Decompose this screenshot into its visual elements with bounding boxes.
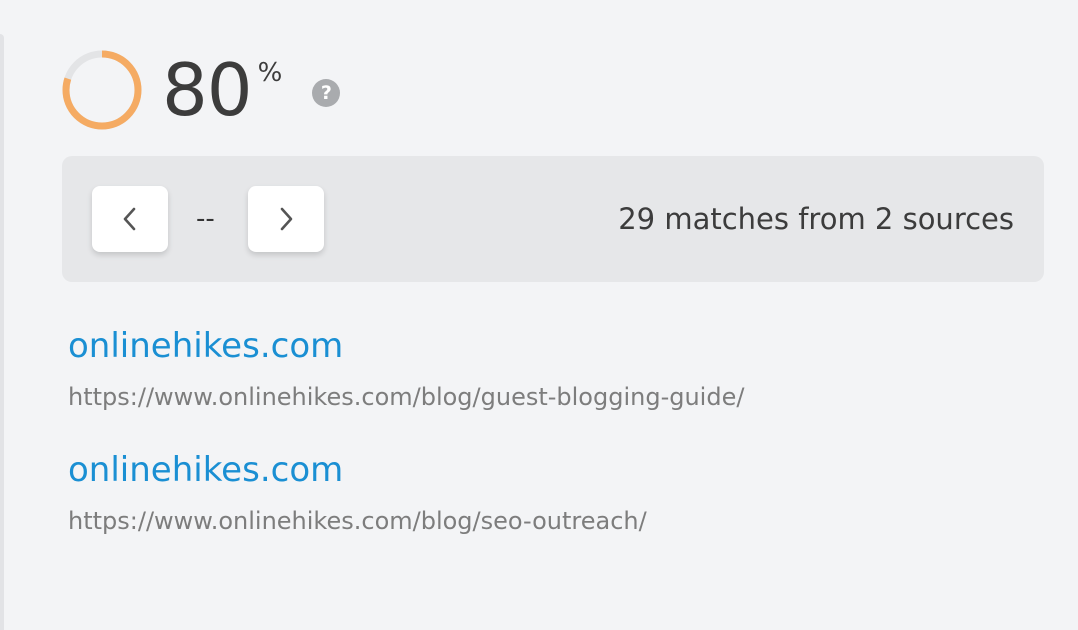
chevron-right-icon	[280, 207, 293, 231]
source-item: onlinehikes.com https://www.onlinehikes.…	[68, 450, 647, 536]
source-url: https://www.onlinehikes.com/blog/seo-out…	[68, 507, 647, 535]
score-unit: %	[257, 58, 283, 88]
score-value: 80	[162, 48, 253, 132]
match-navigation-panel: -- 29 matches from 2 sources	[62, 156, 1044, 282]
source-title-link[interactable]: onlinehikes.com	[68, 326, 744, 366]
next-match-button[interactable]	[248, 186, 324, 252]
match-summary: 29 matches from 2 sources	[618, 202, 1014, 236]
similarity-score: 80 % ?	[60, 48, 341, 132]
previous-match-button[interactable]	[92, 186, 168, 252]
current-match-indicator: --	[196, 204, 215, 234]
score-percent: 80 %	[162, 54, 282, 126]
question-circle-icon[interactable]: ?	[312, 79, 341, 107]
source-title-link[interactable]: onlinehikes.com	[68, 450, 647, 490]
left-panel-edge	[0, 34, 4, 630]
source-url: https://www.onlinehikes.com/blog/guest-b…	[68, 383, 745, 411]
chevron-left-icon	[123, 207, 136, 231]
source-item: onlinehikes.com https://www.onlinehikes.…	[68, 326, 744, 412]
score-progress-ring	[62, 50, 142, 130]
